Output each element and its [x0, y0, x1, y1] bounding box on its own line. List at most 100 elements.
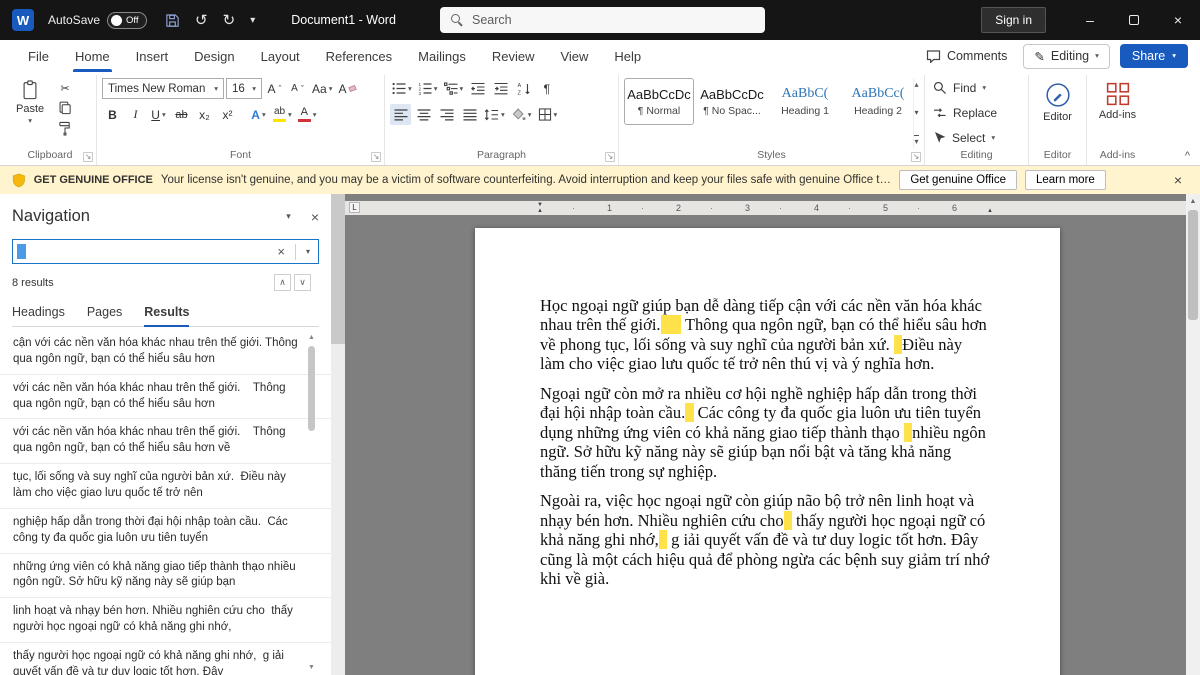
styles-dialog-launcher[interactable]: ↘ [911, 152, 921, 162]
copy-button[interactable] [56, 100, 74, 116]
shrink-font-button[interactable]: Aˇ [287, 78, 308, 99]
decrease-indent-button[interactable] [467, 78, 488, 99]
save-icon[interactable] [165, 13, 180, 28]
share-button[interactable]: Share ▾ [1120, 44, 1188, 68]
styles-scroll-down[interactable]: ▾ [914, 108, 918, 117]
pane-close-icon[interactable]: × [311, 209, 319, 225]
clear-search-icon[interactable]: × [273, 244, 289, 259]
align-right-button[interactable] [436, 104, 457, 125]
next-result-button[interactable]: ∨ [294, 274, 311, 291]
underline-button[interactable]: U▾ [148, 104, 169, 125]
learn-more-button[interactable]: Learn more [1025, 170, 1106, 190]
nav-tab-results[interactable]: Results [144, 300, 189, 326]
find-button[interactable]: Find▾ [930, 77, 1023, 98]
align-center-button[interactable] [413, 104, 434, 125]
get-genuine-office-button[interactable]: Get genuine Office [899, 170, 1017, 190]
nav-results-scrollbar[interactable]: ▲ ▼ [306, 334, 317, 671]
addins-button[interactable]: Add-ins [1092, 78, 1143, 121]
scroll-down-icon[interactable]: ▼ [306, 664, 317, 671]
superscript-button[interactable]: x² [217, 104, 238, 125]
search-options-chevron-icon[interactable]: ▾ [302, 247, 314, 256]
banner-close-icon[interactable]: × [1174, 172, 1182, 188]
search-result-item[interactable]: tục, lối sống và suy nghĩ của người bản … [0, 464, 331, 509]
paragraph-dialog-launcher[interactable]: ↘ [605, 152, 615, 162]
highlight-color-button[interactable]: ab▾ [271, 104, 294, 125]
style-normal[interactable]: AaBbCcDc¶ Normal [624, 78, 694, 125]
comments-button[interactable]: Comments [920, 45, 1013, 67]
subscript-button[interactable]: x₂ [194, 104, 215, 125]
left-indent-marker[interactable]: ▲ [537, 208, 543, 214]
clear-formatting-button[interactable]: A [336, 78, 358, 99]
italic-button[interactable]: I [125, 104, 146, 125]
tab-help[interactable]: Help [601, 40, 654, 72]
change-case-button[interactable]: Aa▾ [310, 78, 334, 99]
numbering-button[interactable]: 123▾ [416, 78, 440, 99]
font-name-select[interactable]: Times New Roman▾ [102, 78, 224, 99]
right-indent-marker[interactable]: ▲ [987, 208, 993, 214]
pane-splitter-scrollbar[interactable] [331, 194, 345, 675]
scroll-up-icon[interactable]: ▲ [306, 334, 317, 341]
strikethrough-button[interactable]: ab [171, 104, 192, 125]
search-box[interactable]: Search [440, 7, 765, 33]
editing-mode-button[interactable]: ✎ Editing ▾ [1023, 44, 1109, 69]
scrollbar-thumb[interactable] [331, 194, 345, 344]
select-button[interactable]: Select▾ [930, 127, 1023, 148]
autosave-toggle[interactable]: Off [107, 12, 147, 29]
text-effects-button[interactable]: A▾ [248, 104, 269, 125]
bullets-button[interactable]: ▾ [390, 78, 414, 99]
clipboard-dialog-launcher[interactable]: ↘ [83, 152, 93, 162]
redo-button[interactable]: ↻ [223, 11, 236, 29]
increase-indent-button[interactable] [490, 78, 511, 99]
search-result-item[interactable]: với các nền văn hóa khác nhau trên thế g… [0, 375, 331, 420]
search-result-item[interactable]: nghiệp hấp dẫn trong thời đại hội nhập t… [0, 509, 331, 554]
nav-search-input[interactable]: × ▾ [12, 239, 319, 264]
autosave-control[interactable]: AutoSave Off [48, 12, 147, 29]
tab-layout[interactable]: Layout [248, 40, 313, 72]
tab-review[interactable]: Review [479, 40, 548, 72]
multilevel-list-button[interactable]: ▾ [442, 78, 466, 99]
justify-button[interactable] [459, 104, 480, 125]
horizontal-ruler[interactable]: L · 1 · 2 · 3 · 4 · 5 · 6 ▼ ▲ ▲ [345, 201, 1186, 215]
tab-view[interactable]: View [547, 40, 601, 72]
document-scrollbar[interactable]: ▲ [1186, 194, 1200, 675]
search-result-item[interactable]: những ứng viên có khả năng giao tiếp thà… [0, 554, 331, 599]
styles-scroll-up[interactable]: ▴ [914, 80, 918, 89]
nav-tab-headings[interactable]: Headings [12, 300, 65, 326]
shading-button[interactable]: ▾ [509, 104, 534, 125]
sign-in-button[interactable]: Sign in [981, 7, 1046, 33]
show-marks-button[interactable]: ¶ [536, 78, 557, 99]
search-result-item[interactable]: cận với các nền văn hóa khác nhau trên t… [0, 330, 331, 375]
style-heading-1[interactable]: AaBbC(Heading 1 [770, 78, 840, 125]
tab-insert[interactable]: Insert [123, 40, 182, 72]
tab-home[interactable]: Home [62, 40, 123, 72]
borders-button[interactable]: ▾ [536, 104, 560, 125]
font-size-select[interactable]: 16▾ [226, 78, 262, 99]
search-result-item[interactable]: thấy người học ngoại ngữ có khả năng ghi… [0, 643, 331, 675]
replace-button[interactable]: Replace [930, 102, 1023, 123]
search-result-item[interactable]: với các nền văn hóa khác nhau trên thế g… [0, 419, 331, 464]
document-page[interactable]: Học ngoại ngữ giúp bạn dễ dàng tiếp cận … [475, 228, 1060, 675]
scrollbar-thumb[interactable] [308, 346, 315, 431]
close-button[interactable]: × [1156, 0, 1200, 40]
scroll-up-icon[interactable]: ▲ [1186, 194, 1200, 208]
line-spacing-button[interactable]: ▾ [482, 104, 507, 125]
align-left-button[interactable] [390, 104, 411, 125]
pane-options-chevron-icon[interactable]: ▾ [286, 212, 291, 221]
previous-result-button[interactable]: ∧ [274, 274, 291, 291]
font-color-button[interactable]: A▾ [296, 104, 319, 125]
font-dialog-launcher[interactable]: ↘ [371, 152, 381, 162]
collapse-ribbon-button[interactable]: ^ [1185, 150, 1190, 162]
minimize-button[interactable]: – [1068, 0, 1112, 40]
scrollbar-thumb[interactable] [1188, 210, 1198, 320]
cut-button[interactable]: ✂ [56, 80, 74, 96]
paste-button[interactable]: Paste ▾ [9, 78, 51, 148]
tab-mailings[interactable]: Mailings [405, 40, 479, 72]
format-painter-button[interactable] [56, 120, 74, 136]
tab-references[interactable]: References [313, 40, 405, 72]
customize-qat-button[interactable]: ▾ [250, 15, 255, 26]
tab-design[interactable]: Design [181, 40, 247, 72]
grow-font-button[interactable]: Aˆ [264, 78, 285, 99]
search-result-item[interactable]: linh hoạt và nhạy bén hơn. Nhiều nghiên … [0, 598, 331, 643]
style-no-spacing[interactable]: AaBbCcDc¶ No Spac... [697, 78, 767, 125]
undo-button[interactable]: ↺ [195, 11, 208, 29]
